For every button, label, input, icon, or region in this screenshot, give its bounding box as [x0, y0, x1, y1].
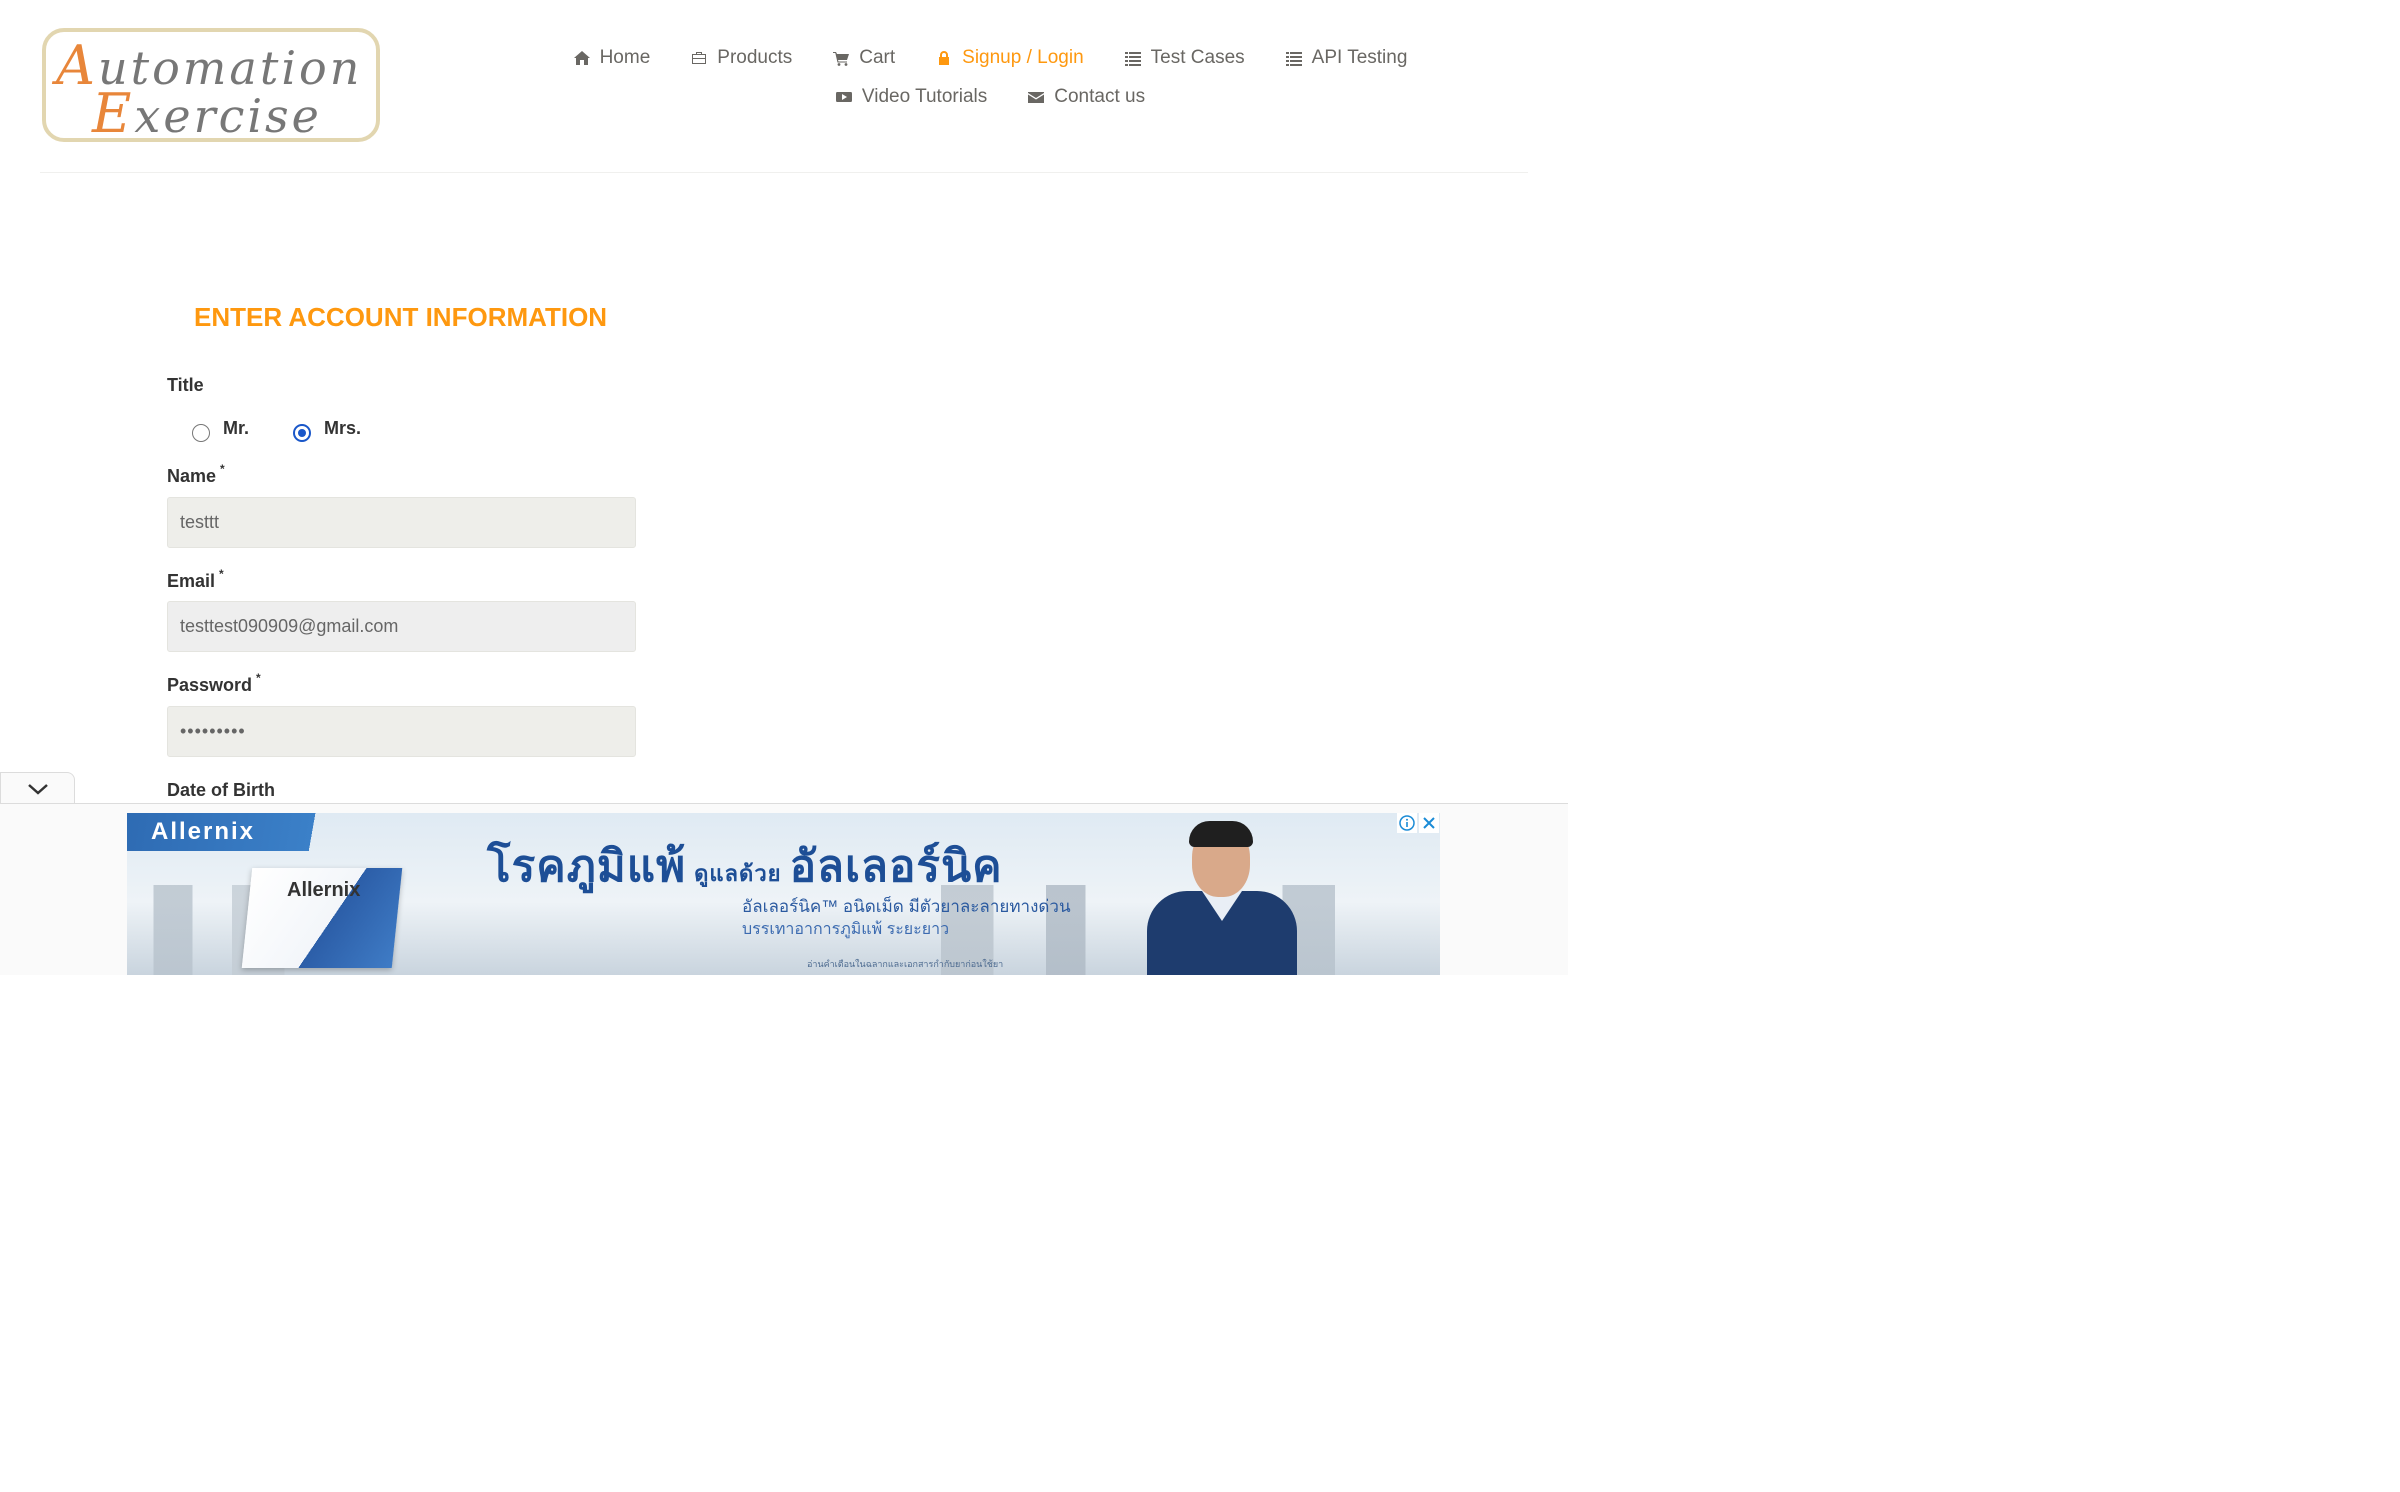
home-icon: [573, 50, 590, 65]
title-radio-group: Mr. Mrs.: [192, 418, 405, 442]
ad-subtext-2: บรรเทาอาการภูมิแพ้ ระยะยาว: [742, 921, 950, 938]
ad-headline-main: โรคภูมิแพ้: [487, 842, 687, 891]
lock-icon: [939, 50, 950, 65]
ad-info-button[interactable]: [1397, 813, 1417, 833]
required-mark: *: [256, 671, 261, 685]
nav-contact-us[interactable]: Contact us: [1027, 86, 1145, 108]
password-input[interactable]: [167, 706, 636, 757]
logo-line-2: Exercise: [92, 82, 322, 142]
name-input[interactable]: [167, 497, 636, 548]
briefcase-icon: [692, 51, 707, 64]
email-input[interactable]: [167, 601, 636, 652]
mrs-radio-label[interactable]: Mrs.: [324, 418, 361, 439]
nav-contact-us-label: Contact us: [1054, 85, 1146, 107]
envelope-icon: [1028, 91, 1045, 103]
cart-icon: [833, 51, 850, 66]
nav-test-cases[interactable]: Test Cases: [1124, 47, 1245, 69]
ad-model-hair: [1189, 821, 1253, 847]
nav-api-testing[interactable]: API Testing: [1285, 46, 1408, 69]
main-nav: Home Products Cart Signup / Login Test C…: [560, 38, 1420, 116]
form-heading: ENTER ACCOUNT INFORMATION: [186, 302, 616, 333]
nav-row-2: Video Tutorials Contact us: [560, 77, 1420, 116]
nav-cart-label: Cart: [859, 46, 896, 68]
site-logo[interactable]: Automation Exercise: [42, 28, 380, 142]
title-label: Title: [167, 375, 204, 395]
youtube-play-icon: [835, 91, 852, 102]
nav-home-label: Home: [599, 46, 651, 68]
nav-api-testing-label: API Testing: [1311, 46, 1408, 68]
name-label-text: Name: [167, 466, 217, 486]
name-label: Name *: [167, 462, 225, 487]
chevron-down-icon: [27, 784, 48, 795]
nav-test-cases-label: Test Cases: [1150, 46, 1245, 68]
mr-radio-label[interactable]: Mr.: [223, 418, 249, 439]
required-mark: *: [219, 567, 224, 581]
ad-close-button[interactable]: [1419, 813, 1439, 833]
nav-video-tutorials-label: Video Tutorials: [861, 85, 988, 107]
nav-cart[interactable]: Cart: [832, 47, 895, 69]
password-label-text: Password: [167, 675, 253, 695]
required-mark: *: [220, 462, 225, 476]
mrs-radio[interactable]: [293, 423, 312, 442]
close-icon: [1423, 817, 1435, 829]
email-label: Email *: [167, 567, 224, 592]
nav-signup-login-label: Signup / Login: [962, 46, 1084, 68]
ad-brand: Allernix: [151, 818, 256, 845]
list-icon: [1285, 51, 1302, 66]
nav-row-1: Home Products Cart Signup / Login Test C…: [560, 38, 1420, 77]
ad-banner[interactable]: Allernix Allernix โรคภูมิแพ้ ดูแลด้วย อัลเ…: [127, 813, 1440, 975]
list-icon: [1124, 51, 1141, 66]
ad-controls: [1397, 813, 1439, 833]
mr-radio[interactable]: [192, 423, 210, 442]
ad-fine-print: อ่านคำเตือนในฉลากและเอกสารกำกับยาก่อนใช้…: [807, 959, 1004, 969]
ad-headline: โรคภูมิแพ้ ดูแลด้วย อัลเลอร์นิค: [487, 831, 1003, 901]
info-icon: [1399, 815, 1415, 831]
logo-line-2-rest: xercise: [134, 89, 322, 142]
ad-subtext-1: อัลเลอร์นิค™ อนิดเม็ด มีตัวยาละลายทางด่ว…: [742, 897, 1071, 916]
header-divider: [40, 172, 1528, 173]
ad-product-text: Allernix: [287, 879, 361, 901]
ad-headline-small: ดูแลด้วย: [694, 861, 782, 886]
nav-video-tutorials[interactable]: Video Tutorials: [835, 86, 987, 108]
ad-model-image: [1147, 821, 1297, 975]
nav-products[interactable]: Products: [690, 47, 792, 69]
password-label: Password *: [167, 671, 261, 696]
ad-headline-tail: อัลเลอร์นิค: [789, 842, 1003, 891]
ad-collapse-tab[interactable]: [0, 772, 75, 805]
nav-products-label: Products: [717, 46, 793, 68]
nav-signup-login[interactable]: Signup / Login: [935, 47, 1084, 69]
email-label-text: Email: [167, 571, 216, 591]
nav-home[interactable]: Home: [573, 46, 651, 69]
dob-label: Date of Birth: [167, 780, 275, 800]
